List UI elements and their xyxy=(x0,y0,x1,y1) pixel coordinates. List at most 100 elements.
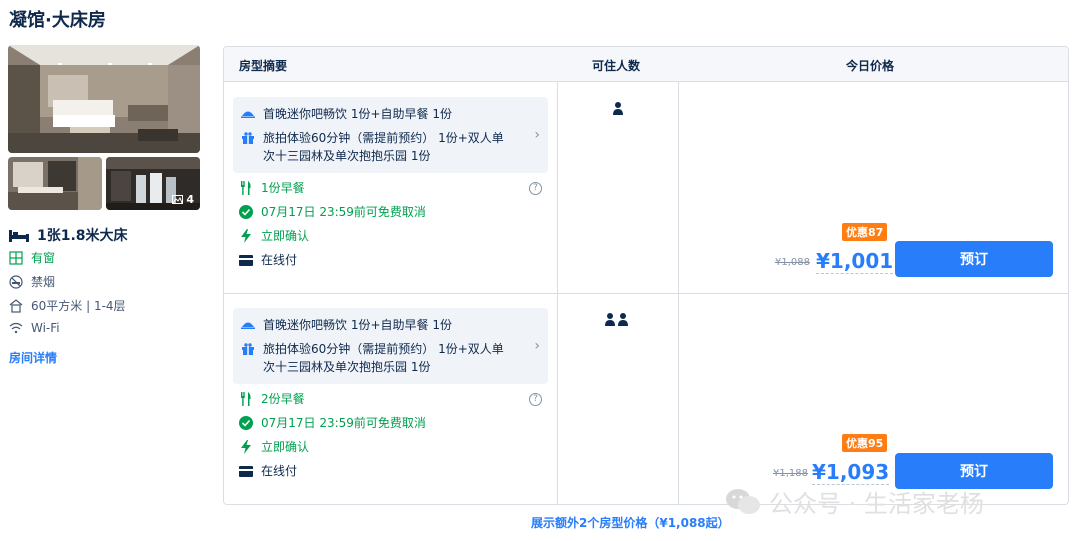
room-photo-thumb-image xyxy=(8,157,102,210)
watermark-text: 公众号 · 生活家老杨 xyxy=(769,490,984,518)
card-icon-svg xyxy=(239,465,253,477)
current-price[interactable]: ¥1,093 xyxy=(812,460,890,485)
original-price: ¥1,188 xyxy=(773,468,808,479)
bed-icon xyxy=(9,230,29,242)
help-icon[interactable]: ? xyxy=(529,182,542,195)
instant-confirm-info: 立即确认 xyxy=(239,439,309,455)
photo-count: 4 xyxy=(172,193,194,206)
package-item-minibar: 首晚迷你吧畅饮 1份+自助早餐 1份 xyxy=(241,105,452,123)
dining-cloche-icon xyxy=(241,111,255,118)
chevron-right-icon: › xyxy=(534,127,540,143)
room-photo-main[interactable] xyxy=(8,45,200,153)
header-room-summary: 房型摘要 xyxy=(239,59,288,73)
watermark: 公众号 · 生活家老杨 xyxy=(725,484,984,519)
lightning-icon xyxy=(239,229,253,243)
package-card[interactable]: 首晚迷你吧畅饮 1份+自助早餐 1份 旅拍体验60分钟（需提前预约） 1份+双人… xyxy=(233,308,548,384)
fork-knife-icon-svg xyxy=(241,181,251,195)
header-occupancy: 可住人数 xyxy=(592,59,641,73)
card-icon-svg xyxy=(239,254,253,266)
facility-label: 60平方米 | 1-4层 xyxy=(31,299,126,313)
lightning-icon xyxy=(239,440,253,454)
lightning-icon-svg xyxy=(241,229,251,243)
breakfast-label: 2份早餐 xyxy=(261,392,305,406)
gift-icon xyxy=(242,343,254,355)
book-button[interactable]: 预订 xyxy=(895,241,1053,277)
room-details-link[interactable]: 房间详情 xyxy=(9,349,57,366)
header-price: 今日价格 xyxy=(846,59,895,73)
room-photo-thumb-bathroom[interactable] xyxy=(8,157,102,210)
package-card[interactable]: 首晚迷你吧畅饮 1份+自助早餐 1份 旅拍体验60分钟（需提前预约） 1份+双人… xyxy=(233,97,548,173)
package-text-line: 旅拍体验60分钟（需提前预约） 1份+双人单 xyxy=(263,131,504,145)
table-header: 房型摘要 可住人数 今日价格 xyxy=(224,47,1068,82)
page-title: 凝馆·大床房 xyxy=(9,10,106,31)
photo-count-value: 4 xyxy=(186,193,194,206)
facility-wifi: Wi-Fi xyxy=(9,321,60,335)
room-photo-thumb-minibar[interactable]: 4 xyxy=(106,157,200,210)
fork-knife-icon-svg xyxy=(241,392,251,406)
bed-info: 1张1.8米大床 xyxy=(9,225,128,245)
check-circle-icon xyxy=(239,205,253,219)
card-icon xyxy=(239,464,253,478)
image-icon xyxy=(172,195,184,204)
instant-confirm-info: 立即确认 xyxy=(239,228,309,244)
breakfast-info: 1份早餐 xyxy=(239,180,305,196)
cancellation-info: 07月17日 23:59前可免费取消 xyxy=(239,204,426,220)
window-icon xyxy=(9,250,23,265)
package-text-line: 次十三园林及单次抱抱乐园 1份 xyxy=(263,149,431,163)
show-more-rates-link[interactable]: 展示额外2个房型价格（¥1,088起） xyxy=(531,514,730,531)
fork-knife-icon xyxy=(239,392,253,406)
cancellation-label: 07月17日 23:59前可免费取消 xyxy=(261,205,426,219)
breakfast-label: 1份早餐 xyxy=(261,181,305,195)
package-text-line: 旅拍体验60分钟（需提前预约） 1份+双人单 xyxy=(263,342,504,356)
breakfast-info: 2份早餐 xyxy=(239,391,305,407)
facility-no-smoking: 禁烟 xyxy=(9,273,55,290)
facility-label: 禁烟 xyxy=(31,275,56,289)
payment-info: 在线付 xyxy=(239,252,297,268)
row-divider xyxy=(224,293,1068,294)
room-photo-image xyxy=(8,45,200,153)
wifi-icon xyxy=(9,322,23,334)
card-icon xyxy=(239,253,253,267)
fork-knife-icon xyxy=(239,181,253,195)
current-price[interactable]: ¥1,001 xyxy=(816,249,894,274)
package-item-photo: 旅拍体验60分钟（需提前预约） 1份+双人单 次十三园林及单次抱抱乐园 1份 xyxy=(241,340,504,376)
package-text: 首晚迷你吧畅饮 1份+自助早餐 1份 xyxy=(263,318,452,332)
chevron-right-icon: › xyxy=(534,338,540,354)
person-icon xyxy=(618,313,628,326)
package-text: 旅拍体验60分钟（需提前预约） 1份+双人单 次十三园林及单次抱抱乐园 1份 xyxy=(263,340,504,376)
facility-area: 60平方米 | 1-4层 xyxy=(9,297,126,314)
cancellation-info: 07月17日 23:59前可免费取消 xyxy=(239,415,426,431)
package-item-photo: 旅拍体验60分钟（需提前预约） 1份+双人单 次十三园林及单次抱抱乐园 1份 xyxy=(241,129,504,165)
occupancy-1 xyxy=(613,102,623,115)
package-text-line: 次十三园林及单次抱抱乐园 1份 xyxy=(263,360,431,374)
check-circle-icon-svg xyxy=(239,205,253,219)
instant-confirm-label: 立即确认 xyxy=(261,229,310,243)
instant-confirm-label: 立即确认 xyxy=(261,440,310,454)
cancellation-label: 07月17日 23:59前可免费取消 xyxy=(261,416,426,430)
package-text: 首晚迷你吧畅饮 1份+自助早餐 1份 xyxy=(263,107,452,121)
person-icon xyxy=(613,102,623,115)
rate-table: 房型摘要 可住人数 今日价格 首晚迷你吧畅饮 1份+自助早餐 1份 旅拍体验60… xyxy=(223,46,1069,505)
package-text: 旅拍体验60分钟（需提前预约） 1份+双人单 次十三园林及单次抱抱乐园 1份 xyxy=(263,129,504,165)
discount-badge: 优惠95 xyxy=(842,434,888,452)
payment-label: 在线付 xyxy=(261,253,298,267)
facility-window: 有窗 xyxy=(9,249,55,266)
package-item-minibar: 首晚迷你吧畅饮 1份+自助早餐 1份 xyxy=(241,316,452,334)
payment-info: 在线付 xyxy=(239,463,297,479)
dining-cloche-icon xyxy=(241,322,255,329)
facility-label: 有窗 xyxy=(31,251,56,265)
check-circle-icon xyxy=(239,416,253,430)
facility-label: Wi-Fi xyxy=(31,321,60,335)
discount-badge: 优惠87 xyxy=(842,223,888,241)
lightning-icon-svg xyxy=(241,440,251,454)
area-icon xyxy=(9,298,23,313)
help-icon[interactable]: ? xyxy=(529,393,542,406)
occupancy-2 xyxy=(605,313,628,326)
bed-label: 1张1.8米大床 xyxy=(37,228,128,244)
gift-icon xyxy=(242,132,254,144)
original-price: ¥1,088 xyxy=(775,257,810,268)
check-circle-icon-svg xyxy=(239,416,253,430)
no-smoking-icon xyxy=(9,274,23,289)
payment-label: 在线付 xyxy=(261,464,298,478)
person-icon xyxy=(605,313,615,326)
